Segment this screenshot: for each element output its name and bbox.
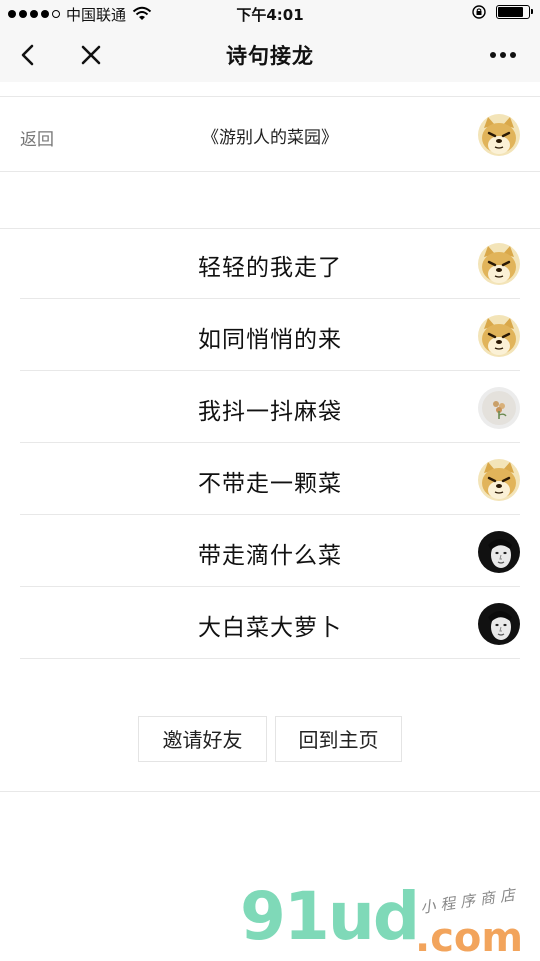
list-item: 大白菜大萝卜: [20, 588, 520, 659]
back-to-home-button[interactable]: 回到主页: [275, 716, 402, 762]
divider: [0, 791, 540, 792]
avatar[interactable]: [478, 315, 520, 357]
list-item: 轻轻的我走了: [20, 228, 520, 299]
avatar[interactable]: [478, 603, 520, 645]
status-bar: 中国联通 下午4:01: [0, 0, 540, 28]
more-dots-icon[interactable]: [488, 45, 518, 65]
verse-text: 带走滴什么菜: [198, 543, 342, 569]
poem-title: 《游别人的菜园》: [202, 128, 338, 148]
divider: [0, 171, 540, 172]
verse-text: 如同悄悄的来: [198, 327, 342, 353]
list-item: 如同悄悄的来: [20, 300, 520, 371]
divider: [0, 96, 540, 97]
verse-text: 不带走一颗菜: [198, 471, 342, 497]
avatar[interactable]: [478, 387, 520, 429]
verse-text: 轻轻的我走了: [198, 255, 342, 281]
avatar[interactable]: [478, 243, 520, 285]
avatar[interactable]: [478, 114, 520, 156]
watermark-tagline: 小程序商店: [419, 885, 521, 917]
page-title: 诗句接龙: [226, 44, 314, 68]
invite-friends-button[interactable]: 邀请好友: [138, 716, 267, 762]
watermark-brand: 91ud: [240, 878, 420, 955]
nav-bar: 诗句接龙: [0, 28, 540, 82]
avatar[interactable]: [478, 531, 520, 573]
avatar[interactable]: [478, 459, 520, 501]
list-item: 不带走一颗菜: [20, 444, 520, 515]
poem-header: 返回 《游别人的菜园》: [0, 100, 540, 170]
status-right: [472, 5, 533, 19]
status-time: 下午4:01: [236, 6, 304, 24]
watermark-domain: .com: [415, 915, 524, 961]
battery-icon: [496, 5, 533, 19]
battery-level: [498, 7, 524, 17]
verse-text: 我抖一抖麻袋: [198, 399, 342, 425]
verse-text: 大白菜大萝卜: [198, 615, 342, 641]
list-item: 我抖一抖麻袋: [20, 372, 520, 443]
orientation-lock-icon: [472, 5, 486, 19]
list-item: 带走滴什么菜: [20, 516, 520, 587]
